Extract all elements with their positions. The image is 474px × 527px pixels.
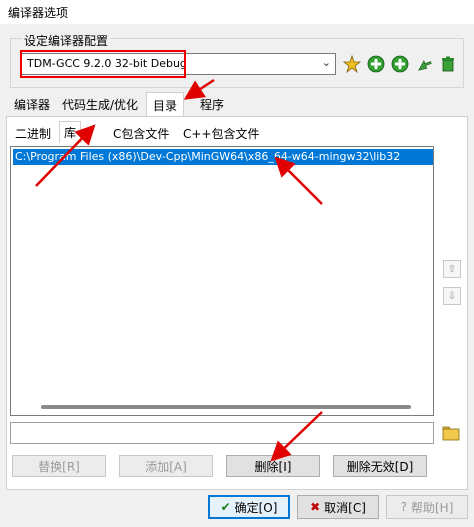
replace-button[interactable]: 替换[R] bbox=[12, 455, 106, 477]
compiler-set-label: 设定编译器配置 bbox=[22, 32, 111, 49]
close-icon: ✖ bbox=[310, 500, 321, 514]
magic-wand-icon[interactable] bbox=[342, 54, 362, 74]
tab-directories[interactable]: 目录 bbox=[146, 92, 185, 116]
title-bar: 编译器选项 bbox=[0, 0, 474, 24]
help-icon: ? bbox=[400, 500, 407, 514]
cancel-label: 取消[C] bbox=[324, 500, 366, 515]
chevron-down-icon: ⌄ bbox=[321, 56, 331, 69]
arrow-down-icon: ⇩ bbox=[447, 290, 457, 302]
tab-programs[interactable]: 程序 bbox=[194, 92, 230, 116]
add-copy-icon[interactable] bbox=[390, 54, 410, 74]
help-label: 帮助[H] bbox=[410, 500, 454, 515]
subtab-libraries[interactable]: 库 bbox=[59, 121, 82, 143]
subtab-c-includes[interactable]: C包含文件 bbox=[109, 123, 173, 143]
delete-icon[interactable] bbox=[438, 54, 458, 74]
ok-button[interactable]: ✔ 确定[O] bbox=[208, 495, 290, 519]
tab-compiler[interactable]: 编译器 bbox=[8, 92, 56, 116]
horizontal-scrollbar[interactable] bbox=[41, 405, 411, 409]
window-title: 编译器选项 bbox=[8, 6, 69, 20]
library-path-list[interactable]: C:\Program Files (x86)\Dev-Cpp\MinGW64\x… bbox=[10, 146, 434, 416]
main-tabs: 编译器 代码生成/优化 目录 程序 bbox=[0, 92, 474, 116]
subtab-binaries[interactable]: 二进制 bbox=[11, 123, 55, 143]
tab-codegen[interactable]: 代码生成/优化 bbox=[56, 92, 144, 116]
help-button[interactable]: ? 帮助[H] bbox=[386, 495, 468, 519]
move-up-button[interactable]: ⇧ bbox=[443, 260, 461, 278]
subtab-cpp-includes[interactable]: C++包含文件 bbox=[179, 123, 264, 143]
path-input[interactable] bbox=[10, 422, 434, 444]
folder-icon bbox=[442, 426, 460, 441]
ok-label: 确定[O] bbox=[234, 500, 278, 515]
add-button[interactable]: 添加[A] bbox=[119, 455, 213, 477]
check-icon: ✔ bbox=[220, 500, 231, 514]
cancel-button[interactable]: ✖ 取消[C] bbox=[297, 495, 379, 519]
move-down-button[interactable]: ⇩ bbox=[443, 287, 461, 305]
rename-icon[interactable] bbox=[414, 54, 434, 74]
add-icon[interactable] bbox=[366, 54, 386, 74]
delete-invalid-button[interactable]: 删除无效[D] bbox=[333, 455, 427, 477]
delete-button[interactable]: 删除[I] bbox=[226, 455, 320, 477]
arrow-up-icon: ⇧ bbox=[447, 263, 457, 275]
list-item[interactable]: C:\Program Files (x86)\Dev-Cpp\MinGW64\x… bbox=[13, 149, 433, 165]
browse-folder-button[interactable] bbox=[441, 423, 461, 443]
annotation-highlight-box bbox=[20, 50, 186, 78]
